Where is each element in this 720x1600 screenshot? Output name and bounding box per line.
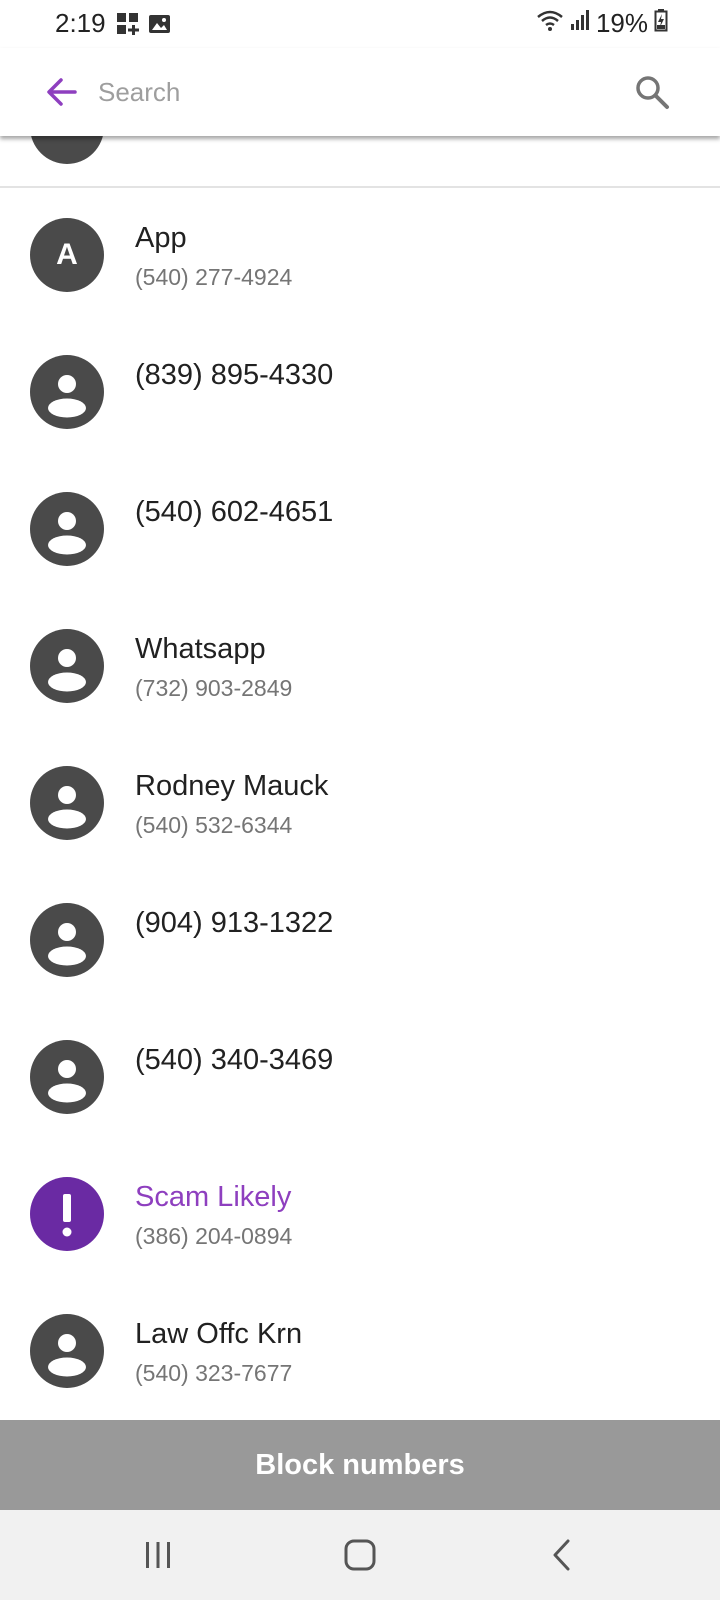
- battery-charging-icon: [654, 8, 668, 39]
- signal-icon: [570, 8, 590, 39]
- status-bar: 2:19 19%: [0, 0, 720, 48]
- person-icon: [30, 629, 104, 703]
- list-item[interactable]: (540) 602-4651: [0, 462, 720, 601]
- search-icon[interactable]: [630, 70, 674, 114]
- recent-apps-icon[interactable]: [128, 1532, 188, 1578]
- status-time: 2:19: [55, 8, 106, 38]
- list-item[interactable]: (839) 895-4330: [0, 325, 720, 464]
- contact-name: (839) 895-4330: [135, 359, 334, 391]
- search-input[interactable]: [98, 70, 598, 114]
- back-arrow-icon[interactable]: [40, 70, 84, 114]
- list-item[interactable]: Law Offc Krn (540) 323-7677: [0, 1284, 720, 1420]
- person-icon: [30, 492, 104, 566]
- list-item[interactable]: Whatsapp (732) 903-2849: [0, 599, 720, 738]
- contact-name: Law Offc Krn: [135, 1318, 303, 1350]
- contact-name: (540) 602-4651: [135, 496, 334, 528]
- contact-name: App: [135, 222, 187, 254]
- contact-number: (386) 204-0894: [135, 1223, 293, 1249]
- list-item[interactable]: (540) 340-3469: [0, 1010, 720, 1149]
- block-numbers-button[interactable]: Block numbers: [0, 1420, 720, 1510]
- list-item[interactable]: (904) 913-1322: [0, 873, 720, 1012]
- person-icon: [30, 355, 104, 429]
- home-icon[interactable]: [330, 1532, 390, 1578]
- contact-name: (904) 913-1322: [135, 907, 334, 939]
- back-icon[interactable]: [532, 1532, 592, 1578]
- person-icon: [30, 1314, 104, 1388]
- person-icon: [30, 1040, 104, 1114]
- battery-percent: 19%: [595, 8, 648, 38]
- person-icon: [30, 903, 104, 977]
- wifi-icon: [536, 8, 564, 39]
- avatar: A: [30, 218, 104, 292]
- list-item[interactable]: Scam Likely (386) 204-0894: [0, 1147, 720, 1286]
- contact-number: (540) 323-7677: [135, 1360, 293, 1386]
- image-icon: [148, 12, 172, 41]
- person-icon: [30, 766, 104, 840]
- toolbar: [0, 48, 720, 136]
- contact-list[interactable]: A App (540) 277-4924 (839) 895-4330 (540) 60…: [0, 48, 720, 1420]
- contact-name: Rodney Mauck: [135, 770, 329, 802]
- list-item[interactable]: A App (540) 277-4924: [0, 188, 720, 327]
- grid-plus-icon: [116, 12, 140, 41]
- list-item[interactable]: Rodney Mauck (540) 532-6344: [0, 736, 720, 875]
- contact-name: (540) 340-3469: [135, 1044, 334, 1076]
- navigation-bar: [0, 1510, 720, 1600]
- contact-name: Whatsapp: [135, 633, 266, 665]
- contact-number: (540) 532-6344: [135, 812, 293, 838]
- exclamation-icon: [30, 1177, 104, 1251]
- contact-number: (540) 277-4924: [135, 264, 293, 290]
- contact-name: Scam Likely: [135, 1181, 292, 1213]
- contact-number: (732) 903-2849: [135, 675, 293, 701]
